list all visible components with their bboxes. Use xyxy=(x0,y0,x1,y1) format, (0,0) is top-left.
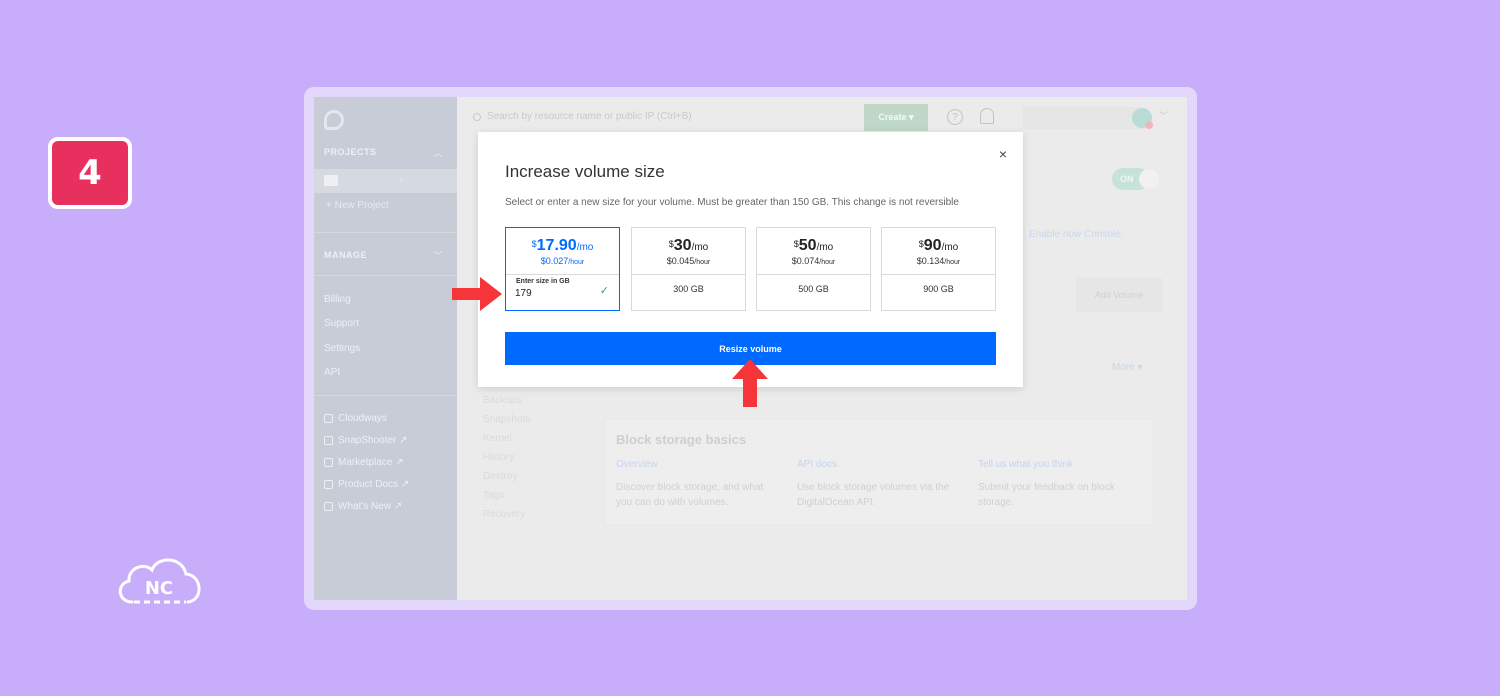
screenshot-frame: PROJECTS ︿ › + New Project MANAGE ﹀ Bill… xyxy=(304,87,1197,610)
snapshooter-icon xyxy=(324,436,333,445)
console-link[interactable]: Enable now Console: xyxy=(1029,229,1124,240)
cloud-icon xyxy=(324,414,333,423)
size-option-500gb[interactable]: $50/mo $0.074/hour 500 GB xyxy=(756,227,871,311)
price-hourly: $0.045/hour xyxy=(666,256,711,266)
basics-title: Block storage basics xyxy=(616,432,747,447)
size-label: 500 GB xyxy=(798,284,829,294)
chevron-right-icon: › xyxy=(400,174,403,184)
manage-heading: MANAGE xyxy=(324,250,367,260)
sidebar-item-label: Cloudways xyxy=(338,413,387,424)
search-placeholder: Search by resource name or public IP (Ct… xyxy=(487,111,692,122)
nc-cloud-logo: NC xyxy=(118,558,201,604)
sidebar-item-whats-new[interactable]: What's New ↗ xyxy=(324,501,402,512)
sidebar-item-label: What's New ↗ xyxy=(338,501,403,512)
size-option-900gb[interactable]: $90/mo $0.134/hour 900 GB xyxy=(881,227,996,311)
price-monthly: $50/mo xyxy=(793,237,834,254)
cube-icon xyxy=(324,458,333,467)
mail-icon xyxy=(324,175,338,186)
basics-column: Tell us what you think Submit your feedb… xyxy=(978,459,1133,510)
sidebar-item-cloudways[interactable]: Cloudways xyxy=(324,413,387,424)
search-bar[interactable]: Search by resource name or public IP (Ct… xyxy=(473,111,692,122)
price-monthly: $17.90/mo xyxy=(531,237,594,254)
basics-description: Submit your feedback on block storage. xyxy=(978,482,1115,508)
toggle-knob xyxy=(1139,169,1159,189)
size-input-label: Enter size in GB xyxy=(516,278,570,285)
feedback-link[interactable]: Tell us what you think xyxy=(978,459,1133,470)
sidebar-item-snapshooter[interactable]: SnapShooter ↗ xyxy=(324,435,408,446)
arrow-right-icon xyxy=(452,277,502,311)
sidebar-divider xyxy=(314,395,457,396)
menu-item-backups[interactable]: Backups xyxy=(483,395,521,406)
new-project-link[interactable]: + New Project xyxy=(326,200,389,211)
sidebar-item-product-docs[interactable]: Product Docs ↗ xyxy=(324,479,409,490)
increase-volume-modal: × Increase volume size Select or enter a… xyxy=(478,132,1023,387)
basics-description: Use block storage volumes via the Digita… xyxy=(797,482,950,508)
price-hourly: $0.134/hour xyxy=(916,256,961,266)
card-divider xyxy=(882,274,995,275)
price-monthly: $30/mo xyxy=(668,237,709,254)
create-button[interactable]: Create ▾ xyxy=(864,104,928,131)
sidebar-item-support[interactable]: Support xyxy=(324,318,359,329)
sidebar-item-marketplace[interactable]: Marketplace ↗ xyxy=(324,457,404,468)
more-menu-link[interactable]: More ▾ xyxy=(1112,362,1143,373)
price-hourly: $0.074/hour xyxy=(791,256,836,266)
account-selector[interactable] xyxy=(1023,107,1143,129)
sidebar-divider xyxy=(314,232,457,233)
card-divider xyxy=(506,274,619,275)
sidebar-item-label: Product Docs ↗ xyxy=(338,479,410,490)
menu-item-kernel[interactable]: Kernel xyxy=(483,433,512,444)
nc-logo-text: NC xyxy=(145,578,173,599)
menu-item-snapshots[interactable]: Snapshots xyxy=(483,414,530,425)
app-window: PROJECTS ︿ › + New Project MANAGE ﹀ Bill… xyxy=(314,97,1187,600)
card-divider xyxy=(632,274,745,275)
price-monthly: $90/mo xyxy=(918,237,959,254)
card-divider xyxy=(757,274,870,275)
modal-title: Increase volume size xyxy=(505,162,665,181)
menu-item-history[interactable]: History xyxy=(483,452,514,463)
size-gb-input[interactable] xyxy=(515,288,585,299)
sidebar-item-billing[interactable]: Billing xyxy=(324,294,351,305)
help-icon[interactable]: ? xyxy=(947,109,963,125)
basics-column: Overview Discover block storage, and wha… xyxy=(616,459,771,510)
sidebar-item-settings[interactable]: Settings xyxy=(324,343,360,354)
chevron-down-icon[interactable]: ﹀ xyxy=(1159,109,1168,122)
step-number-badge: 4 xyxy=(48,137,132,209)
sidebar-item-api[interactable]: API xyxy=(324,367,340,378)
add-volume-button[interactable]: Add Volume xyxy=(1076,278,1162,312)
chevron-up-icon[interactable]: ︿ xyxy=(434,146,443,159)
projects-heading: PROJECTS xyxy=(324,147,377,157)
check-icon: ✓ xyxy=(599,285,609,297)
menu-item-recovery[interactable]: Recovery xyxy=(483,509,525,520)
size-label: 300 GB xyxy=(673,284,704,294)
block-storage-basics-panel: Block storage basics Overview Discover b… xyxy=(604,419,1154,525)
close-icon[interactable]: × xyxy=(999,146,1007,162)
bell-icon[interactable] xyxy=(980,108,994,124)
sidebar-divider xyxy=(314,275,457,276)
menu-item-tags[interactable]: Tags xyxy=(483,490,504,501)
size-option-custom[interactable]: $17.90/mo $0.027/hour Enter size in GB ✓ xyxy=(505,227,620,311)
docs-icon xyxy=(324,480,333,489)
search-icon xyxy=(473,112,481,121)
chevron-down-icon[interactable]: ﹀ xyxy=(434,249,443,262)
sidebar-project-item[interactable]: › xyxy=(314,169,457,193)
overview-link[interactable]: Overview xyxy=(616,459,771,470)
menu-item-destroy[interactable]: Destroy xyxy=(483,471,517,482)
sidebar: PROJECTS ︿ › + New Project MANAGE ﹀ Bill… xyxy=(314,97,457,600)
sidebar-item-label: Marketplace ↗ xyxy=(338,457,404,468)
modal-subtitle: Select or enter a new size for your volu… xyxy=(505,197,959,208)
basics-description: Discover block storage, and what you can… xyxy=(616,482,764,508)
arrow-up-icon xyxy=(732,359,768,407)
price-hourly: $0.027/hour xyxy=(540,256,585,266)
size-label: 900 GB xyxy=(923,284,954,294)
megaphone-icon xyxy=(324,502,333,511)
digitalocean-logo-icon[interactable] xyxy=(324,110,344,130)
api-docs-link[interactable]: API docs xyxy=(797,459,952,470)
basics-column: API docs Use block storage volumes via t… xyxy=(797,459,952,510)
size-option-300gb[interactable]: $30/mo $0.045/hour 300 GB xyxy=(631,227,746,311)
avatar-badge xyxy=(1145,121,1153,129)
sidebar-item-label: SnapShooter ↗ xyxy=(338,435,408,446)
